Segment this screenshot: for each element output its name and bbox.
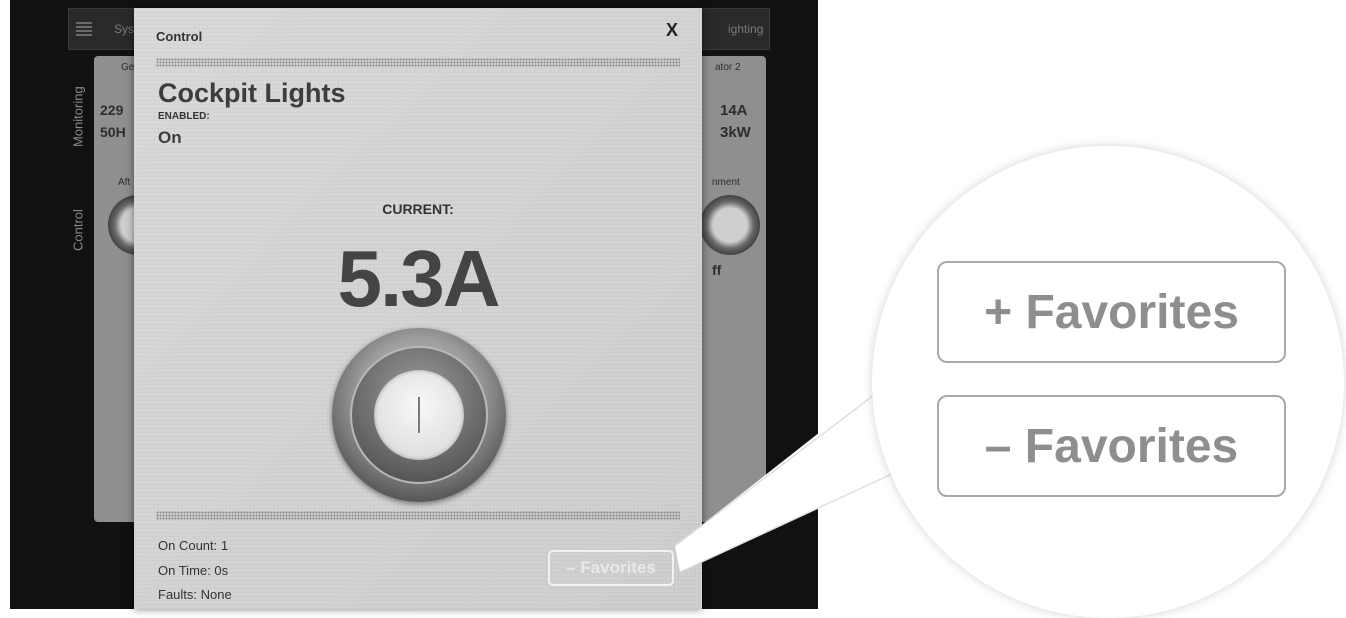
callout-magnifier — [872, 146, 1344, 618]
remove-favorites-button-large[interactable]: – Favorites — [937, 395, 1286, 497]
add-favorites-button[interactable]: + Favorites — [937, 261, 1286, 363]
